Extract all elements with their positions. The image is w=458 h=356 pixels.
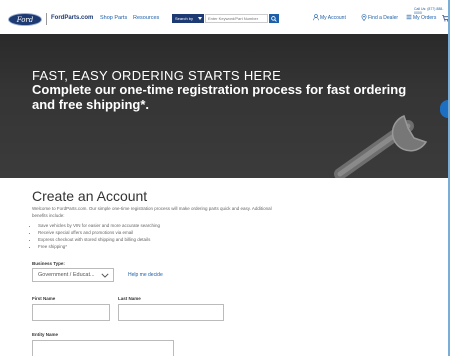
benefits-list: Save vehicles by VIN for easier and more… [32, 222, 160, 250]
hero-headline: FAST, EASY ORDERING STARTS HERE [32, 68, 282, 83]
find-dealer-link[interactable]: Find a Dealer [361, 14, 399, 21]
last-name-field[interactable] [118, 304, 224, 321]
business-type-label: Business Type: [32, 261, 65, 266]
chevron-down-icon [101, 273, 109, 278]
wrench-image [334, 115, 428, 178]
first-name-label: First Name [32, 296, 56, 301]
chevron-down-icon [198, 17, 202, 20]
search-icon [271, 15, 277, 22]
benefit-item: Receive special offers and promotions vi… [38, 229, 160, 236]
search-by-dropdown[interactable]: Search by [172, 14, 204, 23]
entity-name-label: Entity Name [32, 332, 59, 337]
search-input[interactable] [205, 14, 268, 23]
feedback-tab-button[interactable] [440, 100, 448, 118]
benefit-item: Save vehicles by VIN for easier and more… [38, 222, 160, 229]
help-me-decide-link[interactable]: Help me decide [128, 272, 163, 278]
hero-banner: FAST, EASY ORDERING STARTS HERE Complete… [0, 34, 448, 178]
logo-divider [46, 13, 47, 25]
entity-name-field[interactable] [32, 340, 174, 356]
first-name-field[interactable] [32, 304, 110, 321]
nav-resources[interactable]: Resources [133, 15, 159, 21]
location-pin-icon [361, 14, 367, 21]
nav-shop-parts[interactable]: Shop Parts [100, 15, 127, 21]
user-icon [313, 14, 319, 21]
ford-logo[interactable]: Ford [8, 13, 42, 26]
call-us-text[interactable]: Call Us: (877) 888-0000 [414, 7, 448, 15]
benefit-item: Express checkout with stored shipping an… [38, 236, 160, 243]
last-name-label: Last Name [118, 296, 141, 301]
search-by-label: Search by [175, 16, 194, 21]
my-orders-link[interactable]: My Orders [406, 14, 437, 21]
browser-frame: Ford FordParts.com Shop Parts Resources … [0, 0, 450, 356]
list-icon [406, 14, 412, 20]
benefit-item: Free shipping* [38, 243, 160, 250]
intro-text: Welcome to FordParts.com. Our simple one… [32, 206, 272, 218]
business-type-select[interactable]: Government / Educat... [32, 268, 114, 282]
logo-text: Ford [16, 16, 34, 24]
page-title: Create an Account [32, 188, 148, 204]
business-type-value: Government / Educat... [38, 272, 95, 278]
hero-subheadline: Complete our one-time registration proce… [32, 82, 407, 112]
my-account-label: My Account [320, 15, 346, 21]
search-button[interactable] [269, 14, 279, 23]
brand-name[interactable]: FordParts.com [51, 15, 93, 21]
my-account-link[interactable]: My Account [313, 14, 346, 21]
cart-icon[interactable] [442, 15, 449, 22]
find-dealer-label: Find a Dealer [368, 15, 399, 21]
my-orders-label: My Orders [413, 15, 437, 21]
site-header: Ford FordParts.com Shop Parts Resources … [0, 0, 448, 35]
